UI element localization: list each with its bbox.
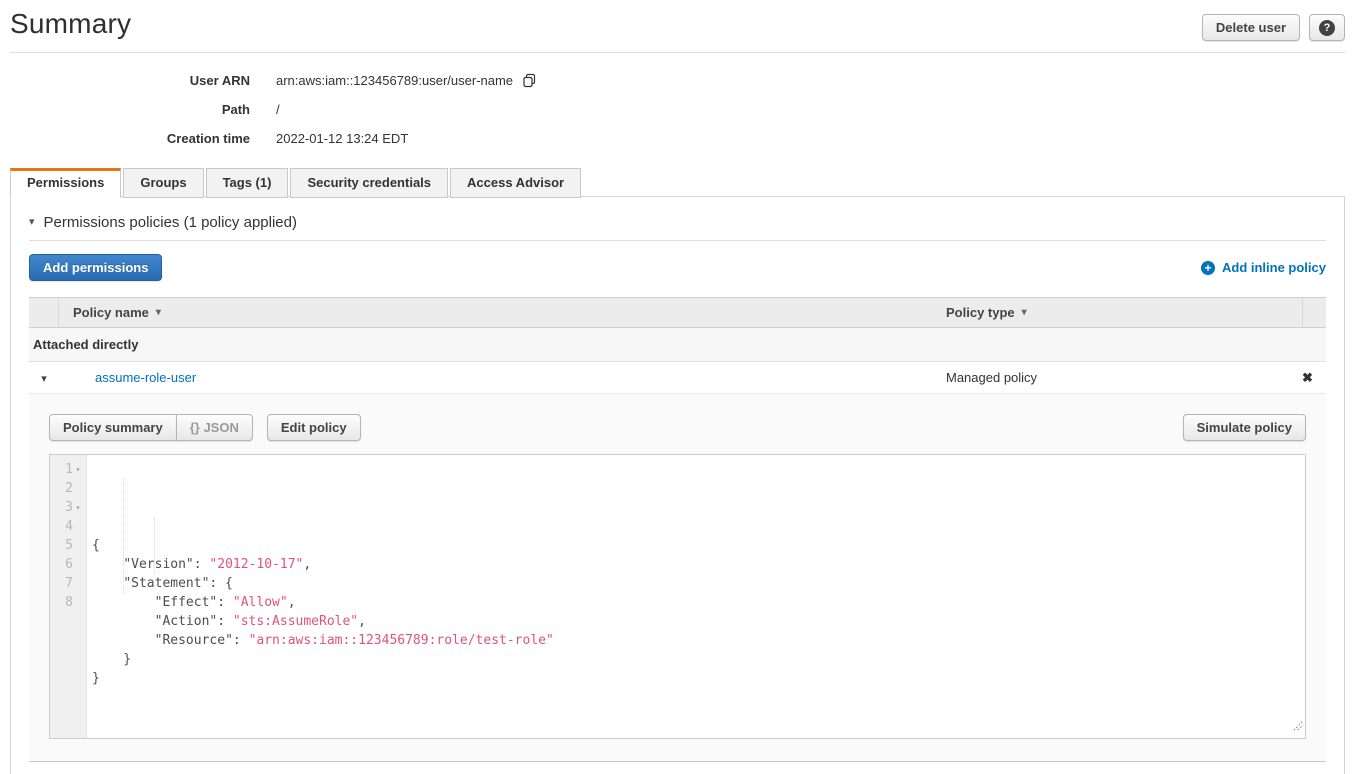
add-permissions-button[interactable]: Add permissions <box>29 254 162 281</box>
path-value: / <box>276 102 280 117</box>
detail-row-creation-time: Creation time 2022-01-12 13:24 EDT <box>0 124 1362 153</box>
code-line: "Version": "2012-10-17", <box>92 555 1305 574</box>
caret-down-icon: ▾ <box>41 373 47 385</box>
policy-name-link[interactable]: assume-role-user <box>95 370 196 385</box>
code-line: { <box>92 536 1305 555</box>
line-number: 8 <box>50 593 86 612</box>
page-title: Summary <box>10 8 131 40</box>
caret-down-icon: ▾ <box>29 217 35 228</box>
fold-caret-icon[interactable]: ▾ <box>73 460 83 479</box>
group-row-attached-directly: Attached directly <box>29 328 1326 362</box>
plus-icon: + <box>1201 261 1215 275</box>
tab-access-advisor[interactable]: Access Advisor <box>450 168 581 198</box>
edit-policy-button[interactable]: Edit policy <box>267 414 361 441</box>
editor-resize-handle[interactable] <box>1291 718 1304 737</box>
editor-line-numbers: 1▾23▾45678 <box>50 455 87 738</box>
tab-permissions[interactable]: Permissions <box>10 168 121 198</box>
permissions-policies-title: Permissions policies (1 policy applied) <box>44 214 297 231</box>
delete-user-button[interactable]: Delete user <box>1202 14 1300 41</box>
policy-json-editor[interactable]: 1▾23▾45678 { "Version": "2012-10-17", "S… <box>49 454 1306 739</box>
policy-detail-toolbar: Policy summary {} JSON Edit policy Simul… <box>49 414 1306 441</box>
code-line: "Resource": "arn:aws:iam::123456789:role… <box>92 631 1305 650</box>
line-number: 7 <box>50 574 86 593</box>
table-row: ▾ assume-role-user Managed policy ✖ <box>29 362 1326 394</box>
policy-table-header: Policy name ▾ Policy type ▾ <box>29 298 1326 328</box>
sort-arrow-icon: ▾ <box>156 307 161 318</box>
policy-detail-panel: Policy summary {} JSON Edit policy Simul… <box>29 394 1326 762</box>
line-number: 4 <box>50 517 86 536</box>
tab-groups[interactable]: Groups <box>123 168 203 198</box>
editor-code-area: { "Version": "2012-10-17", "Statement": … <box>87 455 1305 738</box>
code-line: "Statement": { <box>92 574 1305 593</box>
policy-table: Policy name ▾ Policy type ▾ Attached dir… <box>29 297 1326 762</box>
detail-row-user-arn: User ARN arn:aws:iam::123456789:user/use… <box>0 66 1362 95</box>
permissions-toolbar: Add permissions + Add inline policy <box>29 254 1326 281</box>
code-line: "Action": "sts:AssumeRole", <box>92 612 1305 631</box>
remove-policy-icon[interactable]: ✖ <box>1302 370 1313 385</box>
row-expander-toggle[interactable]: ▾ <box>29 370 59 385</box>
sort-arrow-icon: ▾ <box>1022 307 1027 318</box>
permissions-policies-section-toggle[interactable]: ▾ Permissions policies (1 policy applied… <box>29 197 1326 231</box>
json-view-button[interactable]: {} JSON <box>176 414 253 441</box>
line-number[interactable]: 3▾ <box>50 498 86 517</box>
user-arn-label: User ARN <box>0 73 250 88</box>
tab-bar: Permissions Groups Tags (1) Security cre… <box>0 168 1362 197</box>
line-number[interactable]: 1▾ <box>50 460 86 479</box>
detail-row-path: Path / <box>0 95 1362 124</box>
user-arn-value: arn:aws:iam::123456789:user/user-name <box>276 73 513 88</box>
permissions-tab-panel: ▾ Permissions policies (1 policy applied… <box>10 196 1345 774</box>
creation-time-label: Creation time <box>0 131 250 146</box>
path-label: Path <box>0 102 250 117</box>
code-line: } <box>92 669 1305 688</box>
action-header-cell <box>1302 298 1326 327</box>
header-actions: Delete user ? <box>1202 14 1345 41</box>
help-button[interactable]: ? <box>1309 14 1345 41</box>
policy-type-value: Managed policy <box>938 370 1302 385</box>
line-number: 6 <box>50 555 86 574</box>
tab-security-credentials[interactable]: Security credentials <box>290 168 448 198</box>
code-line: "Effect": "Allow", <box>92 593 1305 612</box>
line-number: 5 <box>50 536 86 555</box>
page-header: Summary Delete user ? <box>0 0 1362 41</box>
indent-guide <box>154 517 155 574</box>
policy-summary-button[interactable]: Policy summary <box>49 414 177 441</box>
user-details: User ARN arn:aws:iam::123456789:user/use… <box>0 66 1362 153</box>
tab-tags[interactable]: Tags (1) <box>206 168 289 198</box>
add-inline-policy-link[interactable]: + Add inline policy <box>1201 260 1326 275</box>
help-icon: ? <box>1319 20 1335 36</box>
creation-time-value: 2022-01-12 13:24 EDT <box>276 131 408 146</box>
policy-type-header[interactable]: Policy type ▾ <box>938 298 1302 327</box>
copy-icon[interactable] <box>522 73 537 88</box>
code-line: } <box>92 650 1305 669</box>
indent-guide <box>123 479 124 593</box>
policy-name-header[interactable]: Policy name ▾ <box>59 298 938 327</box>
expander-header-cell <box>29 298 59 327</box>
policy-view-toggle-group: Policy summary {} JSON <box>49 414 253 441</box>
header-divider <box>10 52 1345 53</box>
line-number: 2 <box>50 479 86 498</box>
section-divider <box>29 240 1326 241</box>
fold-caret-icon[interactable]: ▾ <box>73 498 83 517</box>
simulate-policy-button[interactable]: Simulate policy <box>1183 414 1306 441</box>
